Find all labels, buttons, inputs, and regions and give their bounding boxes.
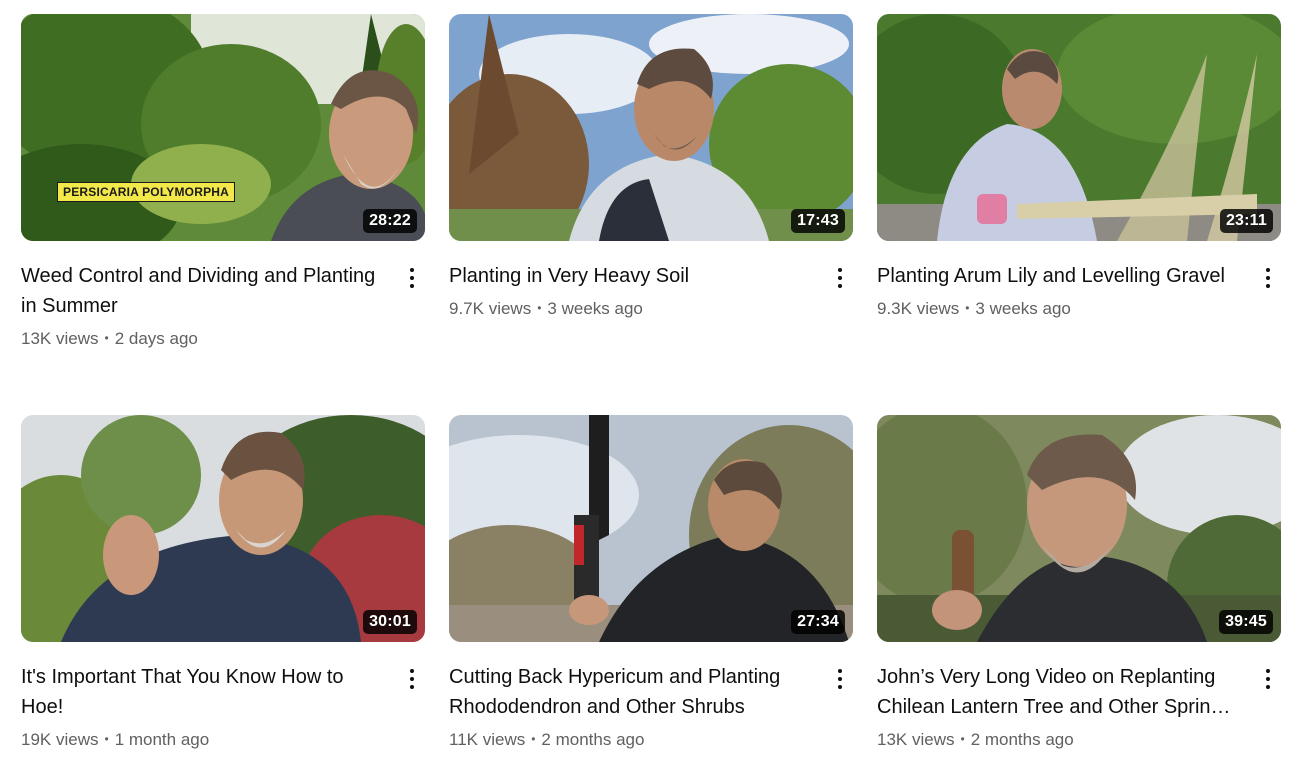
more-vert-icon[interactable]: [1255, 265, 1281, 291]
upload-age: 2 days ago: [114, 329, 198, 348]
video-meta: John’s Very Long Video on Replanting Chi…: [877, 662, 1281, 751]
separator-dot: •: [537, 301, 542, 315]
more-vert-icon[interactable]: [1255, 666, 1281, 692]
video-thumbnail[interactable]: 23:11: [877, 14, 1281, 241]
video-stats: 19K views • 1 month ago: [21, 728, 385, 751]
more-vert-icon[interactable]: [399, 265, 425, 291]
upload-age: 3 weeks ago: [975, 299, 1071, 318]
video-stats: 11K views • 2 months ago: [449, 728, 813, 751]
video-stats: 9.3K views • 3 weeks ago: [877, 297, 1241, 320]
upload-age: 2 months ago: [970, 730, 1074, 749]
view-count: 11K views: [449, 730, 526, 749]
duration-badge: 39:45: [1219, 610, 1273, 634]
view-count: 13K views: [21, 329, 99, 348]
upload-age: 3 weeks ago: [547, 299, 643, 318]
video-meta: Weed Control and Dividing and Planting i…: [21, 261, 425, 350]
view-count: 9.7K views: [449, 299, 532, 318]
video-stats: 13K views • 2 days ago: [21, 327, 385, 350]
thumbnail-image: [21, 14, 425, 241]
video-meta: Cutting Back Hypericum and Planting Rhod…: [449, 662, 853, 751]
duration-badge: 30:01: [363, 610, 417, 634]
video-card[interactable]: 30:01 It's Important That You Know How t…: [21, 415, 425, 751]
video-meta: It's Important That You Know How to Hoe!…: [21, 662, 425, 751]
video-thumbnail[interactable]: 17:43: [449, 14, 853, 241]
duration-badge: 17:43: [791, 209, 845, 233]
video-card[interactable]: 17:43 Planting in Very Heavy Soil 9.7K v…: [449, 14, 853, 320]
separator-dot: •: [960, 732, 965, 746]
video-card[interactable]: 39:45 John’s Very Long Video on Replanti…: [877, 415, 1281, 751]
thumbnail-image: [21, 415, 425, 642]
upload-age: 2 months ago: [541, 730, 645, 749]
more-vert-icon[interactable]: [827, 666, 853, 692]
separator-dot: •: [531, 732, 536, 746]
thumbnail-image: [877, 14, 1281, 241]
video-card[interactable]: 23:11 Planting Arum Lily and Levelling G…: [877, 14, 1281, 320]
overlay-caption: PERSICARIA POLYMORPHA: [57, 182, 236, 202]
separator-dot: •: [965, 301, 970, 315]
video-meta: Planting Arum Lily and Levelling Gravel …: [877, 261, 1281, 320]
video-title[interactable]: Weed Control and Dividing and Planting i…: [21, 261, 385, 321]
video-thumbnail[interactable]: 39:45: [877, 415, 1281, 642]
thumbnail-image: [877, 415, 1281, 642]
video-title[interactable]: Planting in Very Heavy Soil: [449, 261, 813, 291]
video-card[interactable]: PERSICARIA POLYMORPHA 28:22 Weed Control…: [21, 14, 425, 350]
view-count: 9.3K views: [877, 299, 960, 318]
separator-dot: •: [104, 331, 109, 345]
video-card[interactable]: 27:34 Cutting Back Hypericum and Plantin…: [449, 415, 853, 751]
more-vert-icon[interactable]: [827, 265, 853, 291]
upload-age: 1 month ago: [114, 730, 210, 749]
video-stats: 13K views • 2 months ago: [877, 728, 1241, 751]
video-thumbnail[interactable]: PERSICARIA POLYMORPHA 28:22: [21, 14, 425, 241]
separator-dot: •: [104, 732, 109, 746]
duration-badge: 23:11: [1219, 209, 1273, 233]
duration-badge: 27:34: [791, 610, 845, 634]
video-title[interactable]: It's Important That You Know How to Hoe!: [21, 662, 385, 722]
video-grid: PERSICARIA POLYMORPHA 28:22 Weed Control…: [0, 0, 1304, 766]
thumbnail-image: [449, 14, 853, 241]
video-title[interactable]: Planting Arum Lily and Levelling Gravel: [877, 261, 1241, 291]
thumbnail-image: [449, 415, 853, 642]
more-vert-icon[interactable]: [399, 666, 425, 692]
video-title[interactable]: John’s Very Long Video on Replanting Chi…: [877, 662, 1241, 722]
video-meta: Planting in Very Heavy Soil 9.7K views • 3…: [449, 261, 853, 320]
duration-badge: 28:22: [363, 209, 417, 233]
video-thumbnail[interactable]: 30:01: [21, 415, 425, 642]
video-thumbnail[interactable]: 27:34: [449, 415, 853, 642]
view-count: 19K views: [21, 730, 99, 749]
video-title[interactable]: Cutting Back Hypericum and Planting Rhod…: [449, 662, 813, 722]
view-count: 13K views: [877, 730, 955, 749]
video-stats: 9.7K views • 3 weeks ago: [449, 297, 813, 320]
